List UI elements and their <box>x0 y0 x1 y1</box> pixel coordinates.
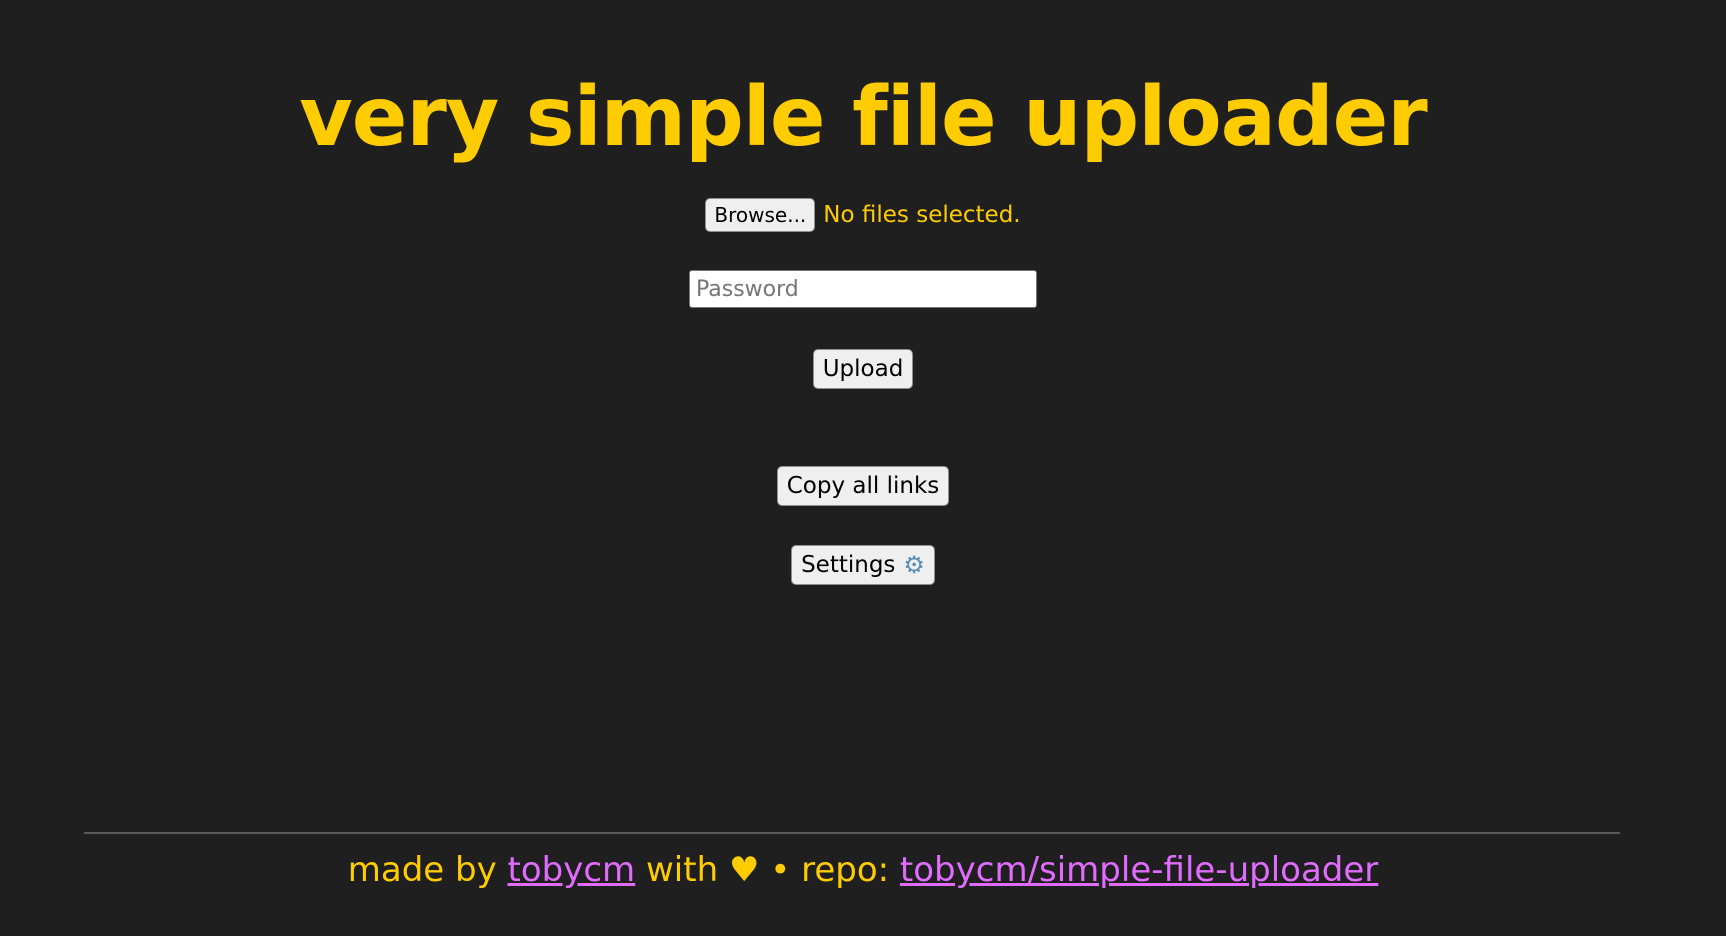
heart-icon: ♥ <box>728 850 760 890</box>
footer-separator: • <box>770 850 791 890</box>
file-picker: Browse... No files selected. <box>0 198 1726 232</box>
page-title: very simple file uploader <box>299 69 1427 165</box>
footer-repo-label: repo: <box>801 850 890 890</box>
password-input[interactable] <box>689 270 1037 308</box>
settings-label: Settings <box>801 552 896 578</box>
copy-all-links-button[interactable]: Copy all links <box>776 466 950 506</box>
upload-row: Upload <box>0 349 1726 389</box>
footer-made-by: made by <box>347 850 497 890</box>
upload-button[interactable]: Upload <box>812 349 914 389</box>
footer-divider <box>84 832 1620 834</box>
copy-row: Copy all links <box>0 466 1726 506</box>
settings-row: Settings ⚙ <box>0 545 1726 585</box>
footer: made by tobycm with ♥ • repo: tobycm/sim… <box>0 850 1726 890</box>
browse-button[interactable]: Browse... <box>705 198 816 232</box>
author-link[interactable]: tobycm <box>508 850 636 890</box>
file-status-text: No files selected. <box>823 202 1021 228</box>
gear-icon: ⚙ <box>903 551 925 579</box>
footer-with: with <box>645 850 719 890</box>
password-row <box>0 270 1726 308</box>
repo-link[interactable]: tobycm/simple-file-uploader <box>900 850 1378 890</box>
settings-button[interactable]: Settings ⚙ <box>791 545 935 585</box>
